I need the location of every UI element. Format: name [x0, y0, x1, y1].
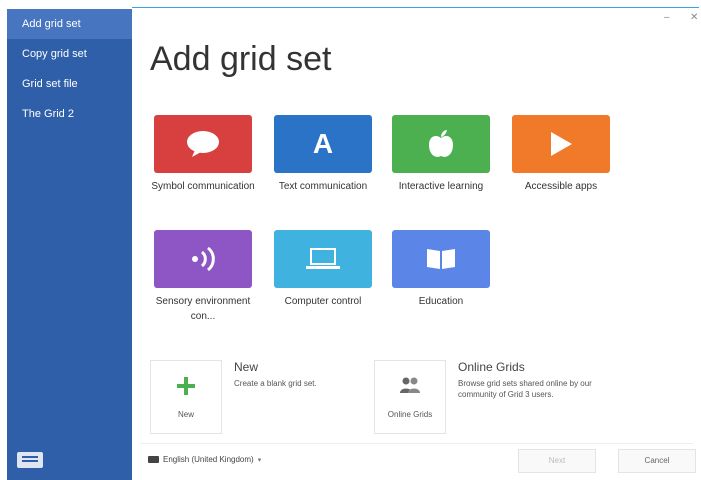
online-grids-button-caption: Online Grids — [387, 410, 433, 419]
tile-image — [512, 115, 610, 173]
tile-label: Education — [418, 296, 464, 307]
people-icon — [400, 377, 420, 393]
page-title: Add grid set — [150, 40, 332, 78]
keyboard-icon[interactable] — [17, 452, 43, 468]
keyboard-icon — [148, 456, 159, 463]
tile-text-communication[interactable]: A Text communication — [268, 115, 378, 194]
tile-label: Interactive learning — [398, 181, 484, 192]
tile-image — [274, 230, 372, 288]
online-grids-description: Browse grid sets shared online by our co… — [458, 379, 592, 400]
cancel-button[interactable]: Cancel — [618, 449, 696, 473]
tile-image: A — [274, 115, 372, 173]
tile-label: Symbol communication — [151, 181, 255, 192]
language-label: English (United Kingdom) — [163, 455, 254, 464]
online-grids-option[interactable]: Online Grids Online Grids Browse grid se… — [374, 360, 634, 435]
sidebar: Add grid set Copy grid set Grid set file… — [7, 9, 132, 480]
apple-icon — [429, 130, 453, 157]
laptop-icon — [306, 248, 340, 269]
online-grids-title: Online Grids — [458, 360, 525, 374]
close-icon[interactable]: ✕ — [690, 12, 698, 23]
tile-computer-control[interactable]: Computer control — [268, 230, 378, 309]
tile-image — [392, 115, 490, 173]
tile-label: Accessible apps — [524, 181, 598, 192]
tile-accessible-apps[interactable]: Accessible apps — [506, 115, 616, 194]
next-button[interactable]: Next — [518, 449, 596, 473]
tile-image — [392, 230, 490, 288]
tile-interactive-learning[interactable]: Interactive learning — [386, 115, 496, 194]
speech-bubble-icon — [187, 131, 219, 157]
minimize-icon[interactable]: ‒ — [664, 12, 670, 23]
tile-image — [154, 230, 252, 288]
tile-education[interactable]: Education — [386, 230, 496, 309]
tile-image — [154, 115, 252, 173]
sidebar-item-label: The Grid 2 — [22, 108, 74, 120]
new-option[interactable]: New New Create a blank grid set. — [150, 360, 390, 435]
sidebar-item-label: Add grid set — [22, 18, 81, 30]
sidebar-item-the-grid-2[interactable]: The Grid 2 — [7, 99, 132, 129]
play-icon — [551, 132, 572, 156]
sidebar-item-grid-set-file[interactable]: Grid set file — [7, 69, 132, 99]
chevron-down-icon: ▾ — [257, 456, 262, 464]
language-selector[interactable]: English (United Kingdom) ▾ — [148, 455, 261, 464]
sidebar-item-label: Copy grid set — [22, 48, 87, 60]
sidebar-item-copy-grid-set[interactable]: Copy grid set — [7, 39, 132, 69]
tile-symbol-communication[interactable]: Symbol communication — [148, 115, 258, 194]
plus-icon — [177, 377, 195, 395]
add-grid-set-window: Add grid set Copy grid set Grid set file… — [0, 0, 701, 480]
tile-label: Text communication — [278, 181, 368, 192]
sidebar-item-add-grid-set[interactable]: Add grid set — [7, 9, 132, 39]
letter-a-icon: A — [312, 128, 334, 159]
online-grids-button[interactable]: Online Grids — [374, 360, 446, 434]
tile-label: Sensory environment con... — [155, 296, 251, 322]
signal-icon — [192, 246, 215, 272]
window-top-border — [132, 7, 699, 8]
new-button[interactable]: New — [150, 360, 222, 434]
book-icon — [427, 249, 455, 269]
footer-divider — [140, 443, 693, 444]
new-option-title: New — [234, 360, 259, 374]
new-button-caption: New — [177, 410, 194, 419]
sidebar-item-label: Grid set file — [22, 78, 78, 90]
tile-label: Computer control — [284, 296, 362, 307]
tile-sensory-environment-control[interactable]: Sensory environment con... — [148, 230, 258, 324]
